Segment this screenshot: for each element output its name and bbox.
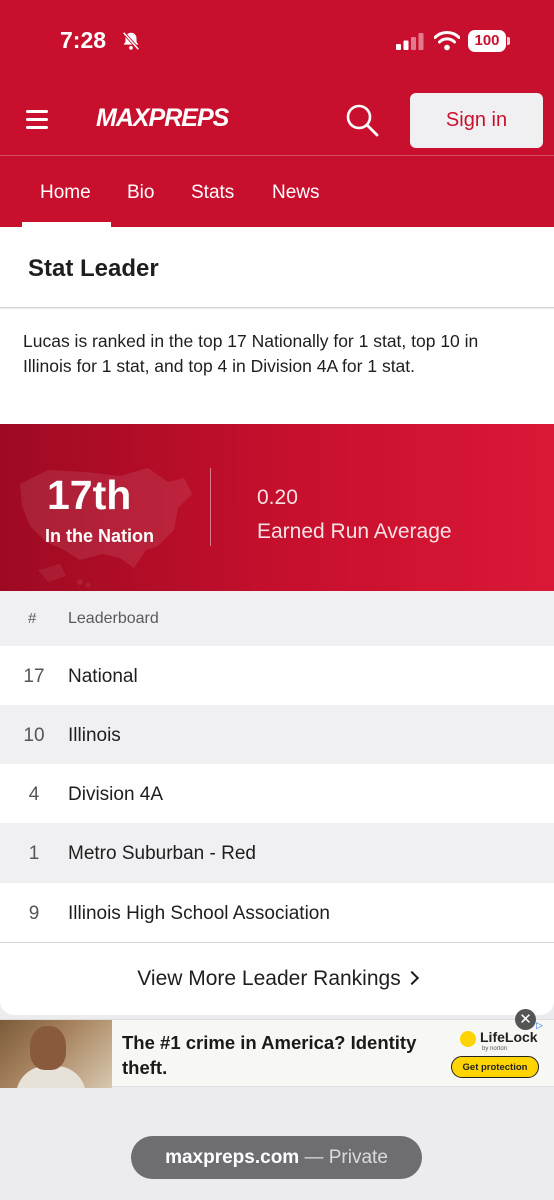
url-host: maxpreps.com xyxy=(165,1147,300,1168)
row-name: Division 4A xyxy=(68,784,164,805)
ad-brand-sub: by norton xyxy=(482,1046,508,1052)
stat-name: Earned Run Average xyxy=(257,520,452,543)
ad-brand-name: LifeLock xyxy=(480,1029,538,1045)
ad-cta-button[interactable]: Get protection xyxy=(451,1056,539,1078)
tab-home[interactable]: Home xyxy=(40,182,91,204)
leaderboard-column-header: Leaderboard xyxy=(68,610,159,627)
national-rank: 17th xyxy=(47,472,132,518)
app-header: 7:28 100 MAXPREPS Sign in Home Bio Stats… xyxy=(0,0,554,227)
row-rank: 17 xyxy=(23,666,45,687)
lifelock-mark-icon xyxy=(460,1031,476,1047)
rank-column-header: # xyxy=(28,610,37,627)
wifi-icon xyxy=(434,31,460,51)
status-time: 7:28 xyxy=(60,27,107,53)
row-name: Metro Suburban - Red xyxy=(68,843,256,864)
table-row[interactable]: 1 Metro Suburban - Red xyxy=(0,823,554,882)
logo-text: MAXPREPS xyxy=(96,104,229,132)
maxpreps-logo[interactable]: MAXPREPS xyxy=(96,100,229,140)
tab-stats[interactable]: Stats xyxy=(191,182,234,204)
close-icon[interactable]: ✕ xyxy=(515,1009,536,1030)
silent-bell-icon xyxy=(122,31,140,51)
banner-divider xyxy=(210,468,211,546)
ad-image xyxy=(0,1020,112,1088)
battery-level: 100 xyxy=(474,32,500,49)
row-name: Illinois High School Association xyxy=(68,903,330,924)
rank-scope: In the Nation xyxy=(45,526,154,546)
sign-in-button[interactable]: Sign in xyxy=(410,93,543,148)
profile-tabs: Home Bio Stats News xyxy=(0,156,554,227)
rank-highlight-banner: 17th In the Nation 0.20 Earned Run Avera… xyxy=(0,424,554,591)
section-title: Stat Leader xyxy=(28,255,159,282)
stat-value: 0.20 xyxy=(257,486,298,509)
table-row[interactable]: 9 Illinois High School Association xyxy=(0,883,554,942)
cellular-signal-icon xyxy=(396,33,424,50)
chevron-right-icon xyxy=(404,970,419,986)
browser-address-bar[interactable]: maxpreps.com — Private xyxy=(131,1136,422,1179)
row-name: Illinois xyxy=(68,725,121,746)
tab-news[interactable]: News xyxy=(272,182,320,204)
leaderboard-header: # Leaderboard xyxy=(0,591,554,646)
row-rank: 4 xyxy=(28,784,40,805)
row-rank: 1 xyxy=(28,843,40,864)
row-rank: 10 xyxy=(23,725,45,746)
row-rank: 9 xyxy=(28,903,40,924)
tab-bio[interactable]: Bio xyxy=(127,182,154,204)
ad-headline: The #1 crime in America? Identity theft. xyxy=(122,1032,417,1078)
view-more-label: View More Leader Rankings xyxy=(137,967,401,990)
table-row[interactable]: 10 Illinois xyxy=(0,705,554,764)
summary-text: Lucas is ranked in the top 17 Nationally… xyxy=(23,331,479,376)
ad-choices-icon[interactable]: ▷ xyxy=(536,1020,543,1031)
table-row[interactable]: 17 National xyxy=(0,646,554,705)
table-row[interactable]: 4 Division 4A xyxy=(0,764,554,823)
view-more-container: View More Leader Rankings xyxy=(0,942,554,1015)
battery-icon: 100 xyxy=(468,30,510,52)
row-name: National xyxy=(68,666,138,687)
view-more-link[interactable]: View More Leader Rankings xyxy=(0,967,554,991)
section-header: Stat Leader xyxy=(0,227,554,308)
stat-summary: Lucas is ranked in the top 17 Nationally… xyxy=(0,309,554,424)
menu-icon[interactable] xyxy=(26,110,48,129)
status-bar: 7:28 100 xyxy=(0,0,554,80)
search-icon[interactable] xyxy=(344,102,380,138)
ad-banner[interactable]: The #1 crime in America? Identity theft.… xyxy=(0,1019,554,1088)
private-mode-label: — Private xyxy=(304,1147,388,1168)
